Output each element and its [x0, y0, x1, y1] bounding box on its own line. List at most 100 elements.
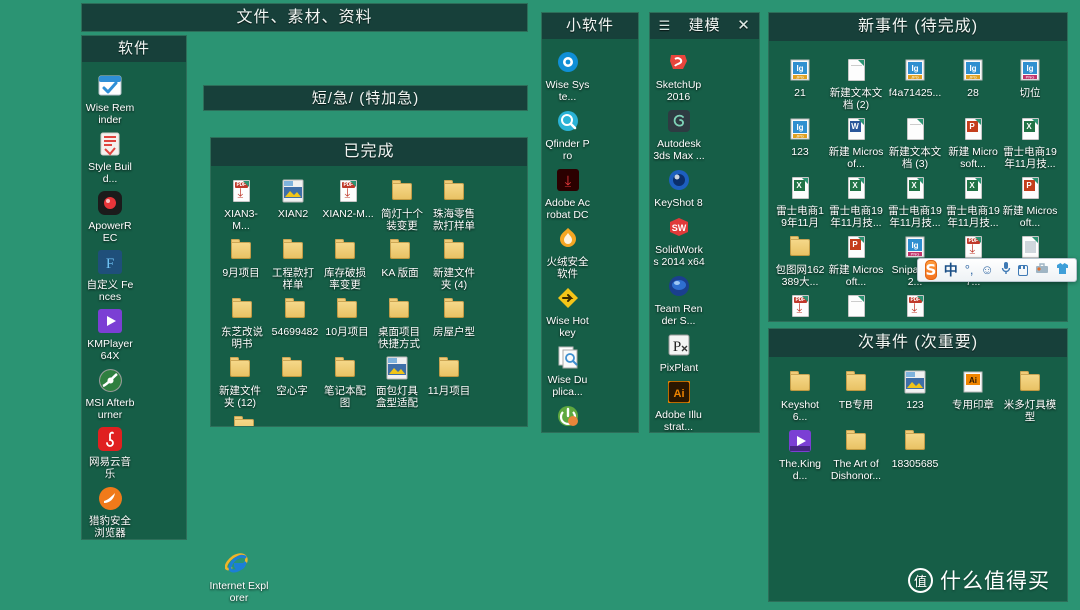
desktop-icon[interactable]: 11月项目 [423, 351, 475, 409]
desktop-icon[interactable]: Autodesk 3ds Max ... [652, 104, 706, 162]
desktop-icon[interactable]: 火绒安全软件 [544, 222, 591, 280]
desktop-icon[interactable]: 空心字 [265, 351, 319, 409]
desktop-icon[interactable]: 笔记本配图 [319, 351, 371, 409]
desktop-icon[interactable]: 54699482 [269, 292, 321, 350]
desktop-icon[interactable]: 工程款打样单 [267, 233, 319, 291]
desktop-icon[interactable]: P 新建 Microsoft... [1001, 171, 1059, 229]
desktop-icon[interactable]: Ai 专用印章 [945, 365, 1001, 423]
fence-title-modeling[interactable]: ☰ 建模 ✕ [650, 13, 759, 39]
fence-secondary-events[interactable]: 次事件 (次重要) Keyshot6... TB专用 123 Ai 专用印章 米… [768, 328, 1068, 602]
desktop-icon[interactable]: 简灯十个装变更 [377, 174, 427, 232]
desktop-icon[interactable]: 10月项目 [321, 292, 373, 350]
skin-icon[interactable] [1056, 262, 1069, 278]
desktop-icon[interactable]: Ig PNG 切位 [1001, 53, 1059, 111]
desktop-icon[interactable]: Qfinder Pro [544, 104, 591, 162]
desktop-icon[interactable]: ⤓ Adobe Acrobat DC [544, 163, 591, 221]
desktop-icon[interactable]: KMPlayer 64X [84, 304, 136, 362]
fence-software[interactable]: 软件 Wise Reminder Style Build... ApowerRE… [81, 35, 187, 540]
desktop-icon[interactable]: X 雷士电商19年11月技... [1001, 112, 1059, 170]
desktop-icon[interactable]: X 雷士电商19年11月技... [827, 171, 885, 229]
desktop-icon[interactable]: 56983254 [975, 41, 1037, 52]
desktop-icon[interactable]: XIAN2 [267, 174, 319, 232]
hamburger-menu-icon[interactable]: ☰ [654, 13, 676, 39]
desktop-icon[interactable]: Team Render S... [652, 269, 705, 327]
desktop-icon[interactable]: 米多灯具模型 [1001, 365, 1059, 423]
desktop-icon[interactable]: X 雷士电商19年11月技... [773, 171, 827, 229]
desktop-icon[interactable]: Wise Auto Shutdown [544, 399, 591, 432]
desktop-icon[interactable]: The Art of Dishonor... [827, 424, 885, 482]
desktop-icon[interactable]: 123 [885, 365, 945, 423]
desktop-icon[interactable]: 新建文件夹 (12) [215, 351, 265, 409]
fence-title-files[interactable]: 文件、素材、资料 [82, 4, 527, 31]
desktop-icon[interactable]: X 雷士电商19年11月技... [945, 171, 1001, 229]
desktop-icon[interactable]: KeyShot 8 [652, 163, 705, 209]
language-mode-toggle[interactable]: 中 [944, 262, 958, 278]
punctuation-mode-toggle[interactable]: °, [965, 262, 974, 278]
desktop-icon[interactable]: PDF ⤓ XIAN2-M... [319, 174, 377, 232]
desktop-icon[interactable]: Wise Syste... [544, 45, 591, 103]
fence-utilities[interactable]: 小软件 Wise Syste... Qfinder Pro ⤓ Adobe Ac… [541, 12, 639, 433]
soft-keyboard-icon[interactable] [1017, 264, 1028, 276]
desktop-icon[interactable]: Style Build... [84, 127, 136, 185]
fence-completed[interactable]: 已完成 PDF ⤓ XIAN3-M... XIAN2 PDF ⤓ XIAN2-M… [210, 137, 528, 427]
fence-title-utilities[interactable]: 小软件 [542, 13, 638, 39]
desktop-icon[interactable]: MSI Afterburner [84, 363, 136, 421]
fence-files[interactable]: 文件、素材、资料 [81, 3, 528, 32]
desktop-icon[interactable]: 春季项目 [215, 410, 273, 426]
desktop-icon-internet-explorer[interactable]: Internet Explorer [208, 546, 270, 604]
desktop-icon[interactable]: 新建文本文 [773, 41, 831, 52]
fence-title-new-events[interactable]: 新事件 (待完成) [769, 13, 1067, 41]
desktop-icon[interactable]: PDF ⤓ XIAN3-M... [215, 174, 267, 232]
desktop-icon[interactable]: 库存破损率变更 [319, 233, 371, 291]
desktop-icon[interactable]: X 雷士电商19年11月技... [885, 171, 945, 229]
desktop-icon[interactable]: 网易云音乐 [84, 422, 136, 480]
desktop-icon[interactable]: Ig JPG 123 [773, 112, 827, 170]
desktop-icon[interactable]: P PixPlant [652, 328, 706, 374]
desktop-icon[interactable]: PDF ⤓ wuhuday [885, 289, 945, 321]
desktop-icon[interactable]: 新建文本文档 (3) [885, 112, 945, 170]
desktop-icon[interactable]: F 自定义 Fences [84, 245, 136, 303]
desktop-icon[interactable]: TB专用 [827, 365, 885, 423]
voice-input-icon[interactable] [1001, 261, 1011, 279]
fence-modeling[interactable]: ☰ 建模 ✕ SketchUp 2016 Autodesk 3ds Max ..… [649, 12, 760, 433]
desktop-icon[interactable]: 东芝改说明书 [215, 292, 269, 350]
sogou-ime-toolbar[interactable]: S 中 °, ☺ [917, 258, 1077, 282]
desktop-icon[interactable]: Keyshot6... [773, 365, 827, 423]
desktop-icon[interactable]: 新建文件夹 (4) [429, 233, 479, 291]
close-icon[interactable]: ✕ [733, 13, 755, 39]
desktop-icon[interactable]: 新建文本文档 (2) [827, 53, 885, 111]
desktop-icon[interactable]: ApowerREC [84, 186, 136, 244]
desktop-icon[interactable]: Wise Reminder [84, 68, 136, 126]
desktop-icon[interactable]: PDF ⤓ 芜湖打印 [773, 289, 827, 321]
desktop-icon[interactable]: W 新建 Microsof... [827, 112, 885, 170]
desktop-icon[interactable]: KA 版面 [371, 233, 429, 291]
desktop-icon[interactable]: P 新建 Microsoft... [945, 112, 1001, 170]
desktop-icon[interactable]: The.Kingd... [773, 424, 827, 482]
fence-title-urgent[interactable]: 短/急/ (特加急) [204, 86, 527, 110]
desktop-icon[interactable]: Wise Duplica... [544, 340, 591, 398]
desktop-icon[interactable]: 猎豹安全浏览器 [84, 481, 136, 539]
desktop-icon[interactable]: 桌面项目快捷方式 [373, 292, 425, 350]
desktop-icon[interactable]: Ai Adobe Illustrat... [652, 375, 705, 432]
fence-title-completed[interactable]: 已完成 [211, 138, 527, 166]
desktop-icon[interactable]: 包图网162389大... [773, 230, 827, 288]
desktop-icon[interactable]: Ig JPG f4a71425... [885, 53, 945, 111]
desktop-icon[interactable]: Ig JPG 21 [773, 53, 827, 111]
desktop-icon[interactable]: 珠海零售款打样单 [427, 174, 481, 232]
fence-title-software[interactable]: 软件 [82, 36, 186, 62]
toolbox-icon[interactable] [1035, 262, 1049, 278]
desktop-icon[interactable]: 面包灯具盒型适配专用 [371, 351, 423, 409]
emoji-icon[interactable]: ☺ [981, 262, 994, 278]
desktop-icon[interactable]: 9月项目 [215, 233, 267, 291]
desktop-icon[interactable]: 19 [831, 41, 869, 52]
desktop-icon[interactable]: P 新建 Microsoft... [827, 230, 885, 288]
desktop-icon[interactable]: Ig JPG 28 [945, 53, 1001, 111]
desktop-icon[interactable]: 18305685 [885, 424, 945, 482]
desktop-icon[interactable]: 20 [931, 41, 975, 52]
desktop-icon[interactable]: f4a71425... [869, 41, 931, 52]
desktop-icon[interactable]: Wise Hotkey [544, 281, 591, 339]
fence-title-secondary-events[interactable]: 次事件 (次重要) [769, 329, 1067, 357]
desktop-icon[interactable]: 房屋户型 [425, 292, 483, 350]
fence-urgent[interactable]: 短/急/ (特加急) [203, 85, 528, 111]
desktop-icon[interactable]: 新建文本文档 (4) [827, 289, 885, 321]
